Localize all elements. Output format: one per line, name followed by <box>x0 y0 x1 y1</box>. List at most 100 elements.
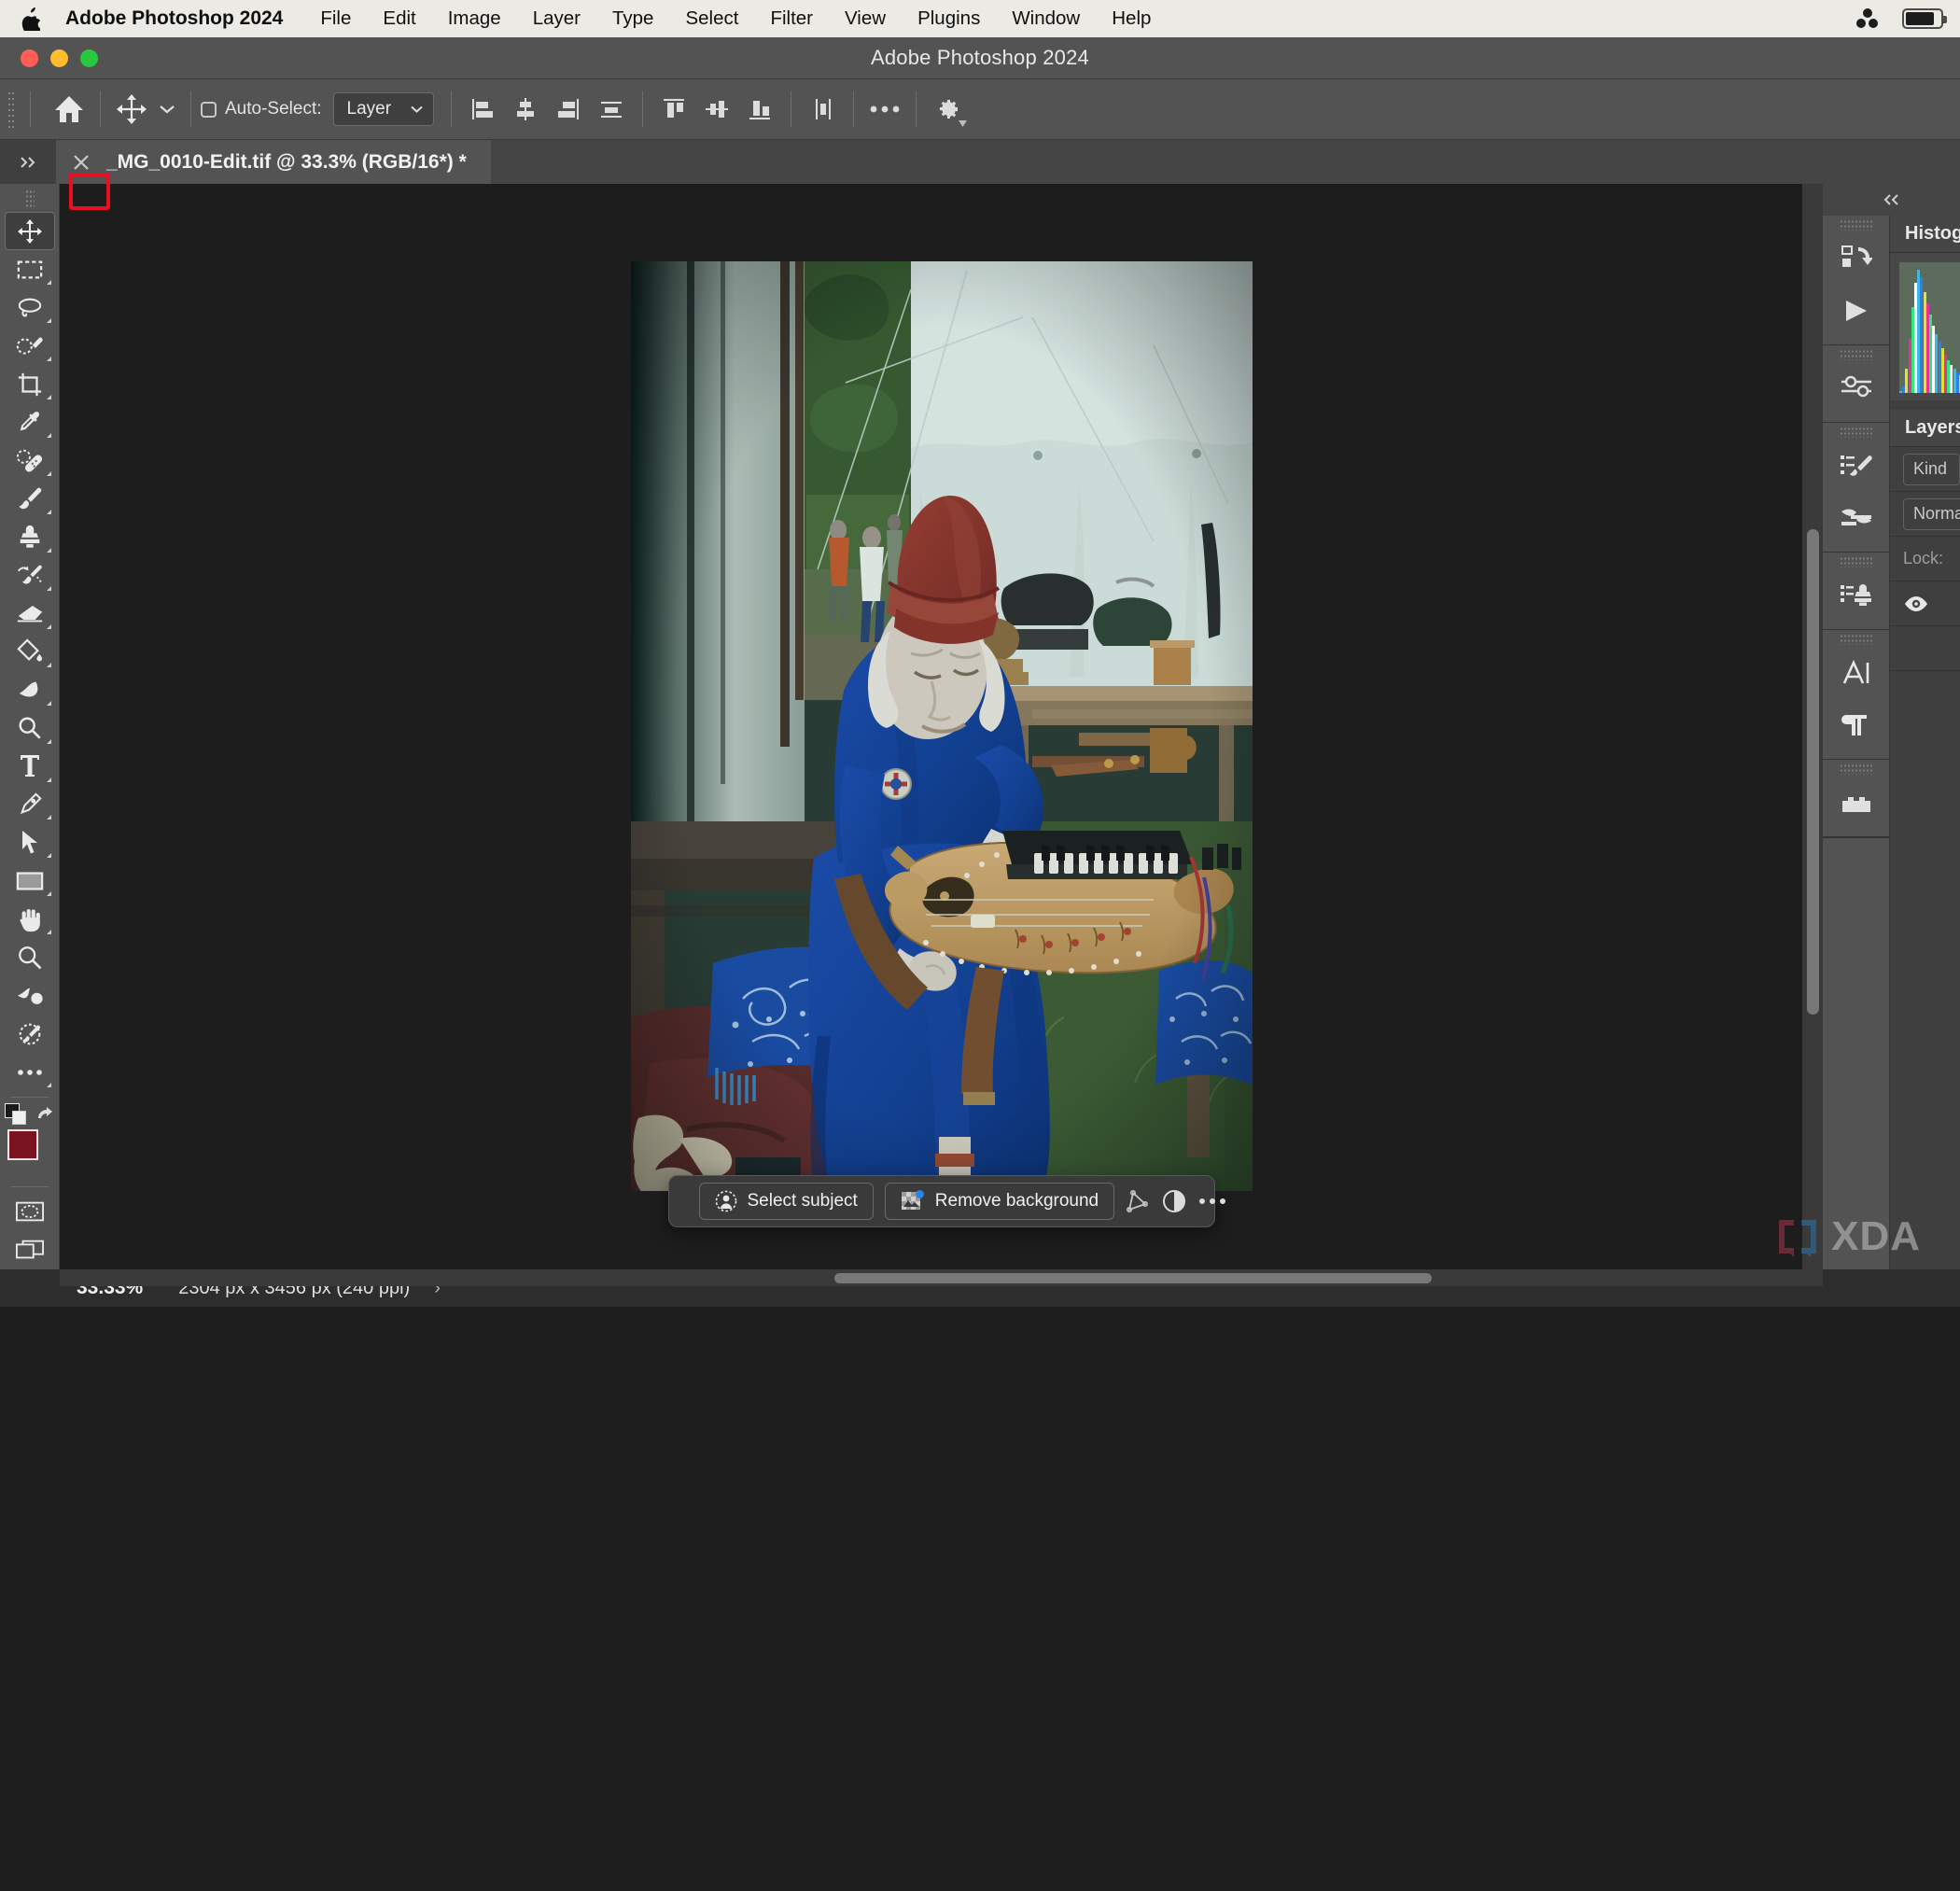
libraries-icon[interactable] <box>1823 777 1890 829</box>
collapse-left-panel-button[interactable] <box>0 140 56 184</box>
layers-filter-kind-dropdown[interactable]: Kind <box>1903 453 1960 485</box>
tool-clone-stamp[interactable] <box>5 518 55 556</box>
tool-eyedropper[interactable] <box>5 403 55 441</box>
align-bottom-edges-icon[interactable] <box>738 88 781 131</box>
align-horizontal-centers-icon[interactable] <box>504 88 547 131</box>
tool-move[interactable] <box>4 212 55 251</box>
adjustment-layer-icon[interactable] <box>1161 1183 1187 1220</box>
quick-mask-icon[interactable] <box>5 1193 55 1231</box>
distribute-horizontal-icon[interactable] <box>590 88 633 131</box>
options-bar-grip[interactable] <box>7 91 15 128</box>
menu-item-layer[interactable]: Layer <box>533 7 581 30</box>
tool-gradient[interactable] <box>5 633 55 671</box>
home-icon[interactable] <box>48 88 91 131</box>
move-tool-icon[interactable] <box>110 88 153 131</box>
menu-item-view[interactable]: View <box>845 7 886 30</box>
tool-blur[interactable] <box>5 671 55 709</box>
swap-colors-icon[interactable] <box>35 1105 55 1124</box>
document-tab[interactable]: _MG_0010-Edit.tif @ 33.3% (RGB/16*) * <box>56 140 491 184</box>
tool-lasso[interactable] <box>5 288 55 327</box>
auto-select-scope-dropdown[interactable]: Layer <box>332 92 435 126</box>
tool-frame[interactable] <box>5 976 55 1015</box>
eye-visibility-icon[interactable] <box>1903 595 1929 612</box>
paragraph-icon[interactable] <box>1823 699 1890 751</box>
menu-item-edit[interactable]: Edit <box>383 7 415 30</box>
menu-item-filter[interactable]: Filter <box>770 7 813 30</box>
collapse-right-panels-button[interactable] <box>1823 184 1960 216</box>
dock-group-grip[interactable] <box>1839 556 1873 567</box>
histogram-panel-header[interactable]: Histogram <box>1890 216 1960 253</box>
auto-select-checkbox[interactable] <box>201 101 217 118</box>
tool-edit-toolbar[interactable] <box>5 1053 55 1091</box>
menu-item-type[interactable]: Type <box>612 7 653 30</box>
clone-source-icon[interactable] <box>1823 569 1890 622</box>
align-right-edges-icon[interactable] <box>547 88 590 131</box>
select-subject-button[interactable]: Select subject <box>698 1183 874 1220</box>
tools-panel-grip[interactable] <box>24 189 35 209</box>
maximize-window-button[interactable] <box>80 49 98 67</box>
tool-hand[interactable] <box>5 900 55 938</box>
dock-group-grip[interactable] <box>1839 763 1873 775</box>
tool-type[interactable] <box>5 748 55 786</box>
layers-blend-mode-dropdown[interactable]: Normal <box>1903 497 1960 530</box>
screen-mode-icon[interactable] <box>5 1231 55 1269</box>
tool-object-selection[interactable] <box>5 327 55 365</box>
align-left-edges-icon[interactable] <box>461 88 504 131</box>
tool-pen[interactable] <box>5 786 55 824</box>
gear-icon[interactable] <box>926 88 969 131</box>
chevron-down-icon[interactable] <box>153 88 181 131</box>
brushes-icon[interactable] <box>1823 492 1890 544</box>
align-top-edges-icon[interactable] <box>652 88 695 131</box>
tool-history-brush[interactable] <box>5 556 55 595</box>
menu-item-select[interactable]: Select <box>685 7 738 30</box>
layer-list-item[interactable] <box>1890 581 1960 626</box>
menu-item-help[interactable]: Help <box>1112 7 1151 30</box>
distribute-vertical-icon[interactable] <box>801 88 844 131</box>
tool-zoom[interactable] <box>5 938 55 976</box>
tool-brush[interactable] <box>5 480 55 518</box>
adjustments-icon[interactable] <box>1823 362 1890 414</box>
control-center-icon[interactable] <box>1855 7 1880 31</box>
menu-item-window[interactable]: Window <box>1012 7 1080 30</box>
brush-settings-icon[interactable] <box>1823 440 1890 492</box>
minimize-window-button[interactable] <box>50 49 68 67</box>
align-vertical-centers-icon[interactable] <box>695 88 738 131</box>
apple-logo-icon[interactable] <box>21 7 41 31</box>
transform-icon[interactable] <box>1126 1183 1150 1220</box>
document-image[interactable] <box>630 261 1253 1191</box>
menu-item-app[interactable]: Adobe Photoshop 2024 <box>65 7 283 30</box>
close-window-button[interactable] <box>21 49 38 67</box>
tool-dodge[interactable] <box>5 709 55 748</box>
foreground-color-swatch[interactable] <box>7 1129 38 1161</box>
menu-item-image[interactable]: Image <box>448 7 501 30</box>
layer-list-item[interactable] <box>1890 626 1960 671</box>
canvas-horizontal-scrollbar-thumb[interactable] <box>834 1273 1432 1283</box>
tool-path-selection[interactable] <box>5 823 55 861</box>
tool-spot-healing-brush[interactable] <box>5 441 55 480</box>
menu-item-file[interactable]: File <box>320 7 351 30</box>
layers-panel-header[interactable]: Layers <box>1890 410 1960 447</box>
tool-crop[interactable] <box>5 365 55 403</box>
default-colors-icon[interactable] <box>4 1103 26 1126</box>
battery-icon[interactable] <box>1902 8 1947 29</box>
canvas-vertical-scrollbar-thumb[interactable] <box>1807 529 1819 1015</box>
history-icon[interactable] <box>1823 232 1890 285</box>
tool-rectangle[interactable] <box>5 861 55 900</box>
canvas-vertical-scrollbar[interactable] <box>1802 184 1823 1269</box>
dock-group-grip[interactable] <box>1839 634 1873 645</box>
remove-background-button[interactable]: Remove background <box>884 1183 1115 1220</box>
character-icon[interactable] <box>1823 647 1890 699</box>
dock-group-grip[interactable] <box>1839 219 1873 231</box>
actions-play-icon[interactable] <box>1823 285 1890 337</box>
tool-rectangular-marquee[interactable] <box>5 250 55 288</box>
menu-item-plugins[interactable]: Plugins <box>917 7 980 30</box>
canvas-area[interactable]: Select subject Remove background <box>60 184 1823 1269</box>
close-icon[interactable] <box>56 140 106 184</box>
task-bar-more-icon[interactable] <box>1198 1183 1226 1220</box>
dock-group-grip[interactable] <box>1839 349 1873 360</box>
more-options-ellipsis-icon[interactable] <box>863 88 906 131</box>
dock-group-grip[interactable] <box>1839 427 1873 438</box>
tool-eraser[interactable] <box>5 595 55 633</box>
canvas-horizontal-scrollbar[interactable] <box>60 1269 1823 1286</box>
tool-patch[interactable] <box>5 1015 55 1053</box>
